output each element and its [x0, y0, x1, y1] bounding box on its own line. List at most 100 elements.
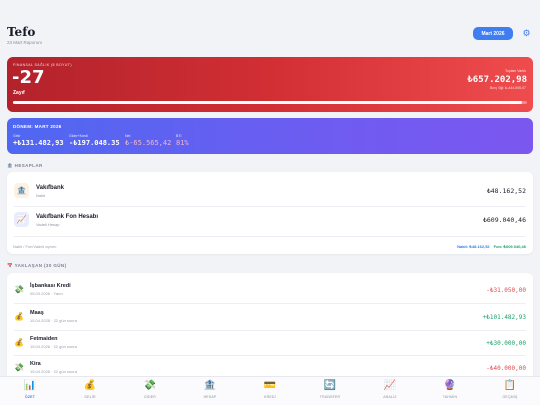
income-icon: 💰: [83, 380, 97, 391]
period-net-value: ₺-65.565,42: [125, 139, 172, 147]
account-name: Vakıfbank: [36, 185, 65, 191]
upcoming-amount: +₺101.482,93: [482, 314, 526, 321]
period-dti: BTI 81%: [176, 134, 189, 147]
credit-icon: 💳: [263, 380, 277, 391]
nav-label: GEÇMİŞ: [502, 395, 518, 399]
divider: [14, 236, 526, 237]
nav-item-analysis[interactable]: 📈 ANALİZ: [360, 377, 420, 405]
period-income-label: Gelir: [13, 134, 21, 138]
nav-item-account[interactable]: 🏦 HESAP: [180, 377, 240, 405]
gear-icon[interactable]: ⚙: [520, 27, 533, 40]
upcoming-amount: -₺31.050,00: [486, 287, 526, 294]
nav-item-summary[interactable]: 📊 ÖZET: [0, 377, 60, 405]
health-progress-bar: [13, 101, 527, 104]
upcoming-amount: +₺30.000,00: [486, 340, 526, 347]
nav-item-expense[interactable]: 💸 GİDER: [120, 377, 180, 405]
money-bag-icon: 💰: [14, 338, 24, 347]
money-icon: 💸: [14, 363, 24, 372]
transfer-icon: 🔄: [323, 380, 337, 391]
upcoming-name: Fetmaiden: [30, 336, 58, 342]
net-worth-value: ₺657.202,98: [467, 75, 527, 85]
nav-item-income[interactable]: 💰 GELİR: [60, 377, 120, 405]
accounts-section-label: 🏦 HESAPLAR: [7, 163, 43, 169]
upcoming-section-title: YAKLAŞAN (30 GÜN): [14, 263, 67, 268]
bank-icon: 🏦: [14, 183, 29, 198]
analysis-icon: 📈: [383, 380, 397, 391]
period-net: Net ₺-65.565,42: [125, 134, 171, 147]
nav-item-transfer[interactable]: 🔄 TRANSFER: [300, 377, 360, 405]
upcoming-date: 05.03.2026 · Yarın: [30, 291, 63, 296]
account-name: Vakıfbank Fon Hesabı: [36, 214, 99, 220]
cash-total: Nakit: ₺48.162,52: [457, 244, 490, 249]
nav-label: GİDER: [143, 395, 157, 399]
divider: [14, 355, 526, 356]
account-balance: ₺48.162,52: [486, 187, 526, 195]
upcoming-amount: -₺40.000,00: [486, 365, 526, 372]
list-item[interactable]: 💸 İşbankası Kredi 05.03.2026 · Yarın -₺3…: [7, 279, 533, 302]
accounts-footer-totals: Nakit: ₺48.162,52 Fon: ₺609.040,46: [457, 244, 526, 249]
health-status: Zayıf: [13, 90, 25, 96]
period-label: DÖNEM: MART 2026: [13, 124, 62, 129]
upcoming-name: Kira: [30, 361, 41, 367]
account-balance: ₺609.040,46: [482, 216, 526, 224]
page-subtitle: 23 Mart Raporum: [7, 40, 43, 45]
nav-item-credit[interactable]: 💳 KREDİ: [240, 377, 300, 405]
list-item[interactable]: 💰 Fetmaiden 15.04.2026 · 22 gün sonra +₺…: [7, 332, 533, 355]
period-expense-label: Gider+Kredi: [69, 134, 88, 138]
upcoming-date: 15.04.2026 · 22 gün sonra: [30, 369, 77, 374]
health-progress-fill: [13, 101, 522, 104]
period-income-value: +₺131.482,93: [13, 139, 64, 147]
period-expense-value: -₺197.048.35: [69, 139, 120, 147]
expense-icon: 💸: [143, 380, 157, 391]
period-dti-label: BTI: [176, 134, 182, 138]
accounts-card: 🏦 Vakıfbank Nakit ₺48.162,52 📈 Vakıfbank…: [7, 172, 533, 254]
period-dti-value: 81%: [176, 139, 189, 147]
page-title: Tefo: [7, 25, 36, 39]
chart-icon: 📈: [14, 212, 29, 227]
nav-label: HESAP: [203, 395, 217, 399]
net-worth-label: Toplam Varlık: [505, 69, 526, 73]
nav-item-forecast[interactable]: 🔮 TAHMİN: [420, 377, 480, 405]
header: Tefo 23 Mart Raporum Mart 2026 ⚙: [7, 25, 533, 49]
nav-label: ÖZET: [24, 395, 36, 399]
accounts-footer-note: Nakit / Fon/Vadeli ayrımı: [13, 244, 57, 249]
period-net-label: Net: [125, 134, 131, 138]
account-type: Vadeli Hesap: [36, 222, 60, 227]
accounts-footer: Nakit / Fon/Vadeli ayrımı Nakit: ₺48.162…: [7, 240, 533, 254]
health-score: -27: [12, 67, 45, 88]
divider: [14, 330, 526, 331]
upcoming-date: 15.04.2026 · 22 gün sonra: [30, 318, 77, 323]
period-summary-card: DÖNEM: MART 2026 Gelir +₺131.482,93 Gide…: [7, 118, 533, 154]
accounts-section-title: HESAPLAR: [14, 163, 43, 168]
account-row[interactable]: 🏦 Vakıfbank Nakit ₺48.162,52: [7, 177, 533, 205]
month-selector-button[interactable]: Mart 2026: [473, 27, 513, 40]
nav-item-history[interactable]: 📋 GEÇMİŞ: [480, 377, 540, 405]
nav-label: ANALİZ: [383, 395, 397, 399]
money-bag-icon: 💰: [14, 312, 24, 321]
calendar-icon: 📅: [7, 263, 14, 268]
upcoming-name: İşbankası Kredi: [30, 283, 71, 289]
upcoming-section-label: 📅 YAKLAŞAN (30 GÜN): [7, 263, 66, 269]
nav-label: TAHMİN: [442, 395, 458, 399]
money-icon: 💸: [14, 285, 24, 294]
account-type: Nakit: [36, 193, 46, 198]
history-icon: 📋: [503, 380, 517, 391]
period-income: Gelir +₺131.482,93: [13, 134, 64, 147]
period-expense: Gider+Kredi -₺197.048.35: [69, 134, 120, 147]
list-item[interactable]: 💰 Maaş 15.04.2026 · 22 gün sonra +₺101.4…: [7, 306, 533, 329]
account-row[interactable]: 📈 Vakıfbank Fon Hesabı Vadeli Hesap ₺609…: [7, 206, 533, 234]
net-worth-subtext: Borç Sğl: ₺-444.506,07: [489, 86, 526, 90]
bank-icon: 🏦: [7, 163, 14, 168]
summary-icon: 📊: [23, 380, 37, 391]
account-icon: 🏦: [203, 380, 217, 391]
upcoming-card: 💸 İşbankası Kredi 05.03.2026 · Yarın -₺3…: [7, 273, 533, 383]
upcoming-name: Maaş: [30, 310, 44, 316]
fund-total: Fon: ₺609.040,46: [493, 244, 526, 249]
financial-health-card: FİNANSAL SAĞLIK (8 BOYUT) -27 Zayıf Topl…: [7, 57, 533, 112]
nav-label: GELİR: [84, 395, 96, 399]
upcoming-date: 15.04.2026 · 22 gün sonra: [30, 344, 77, 349]
nav-label: KREDİ: [264, 395, 276, 399]
forecast-icon: 🔮: [443, 380, 457, 391]
bottom-nav: 📊 ÖZET 💰 GELİR 💸 GİDER 🏦 HESAP 💳 KREDİ 🔄 TRANS…: [0, 376, 540, 405]
divider: [14, 303, 526, 304]
